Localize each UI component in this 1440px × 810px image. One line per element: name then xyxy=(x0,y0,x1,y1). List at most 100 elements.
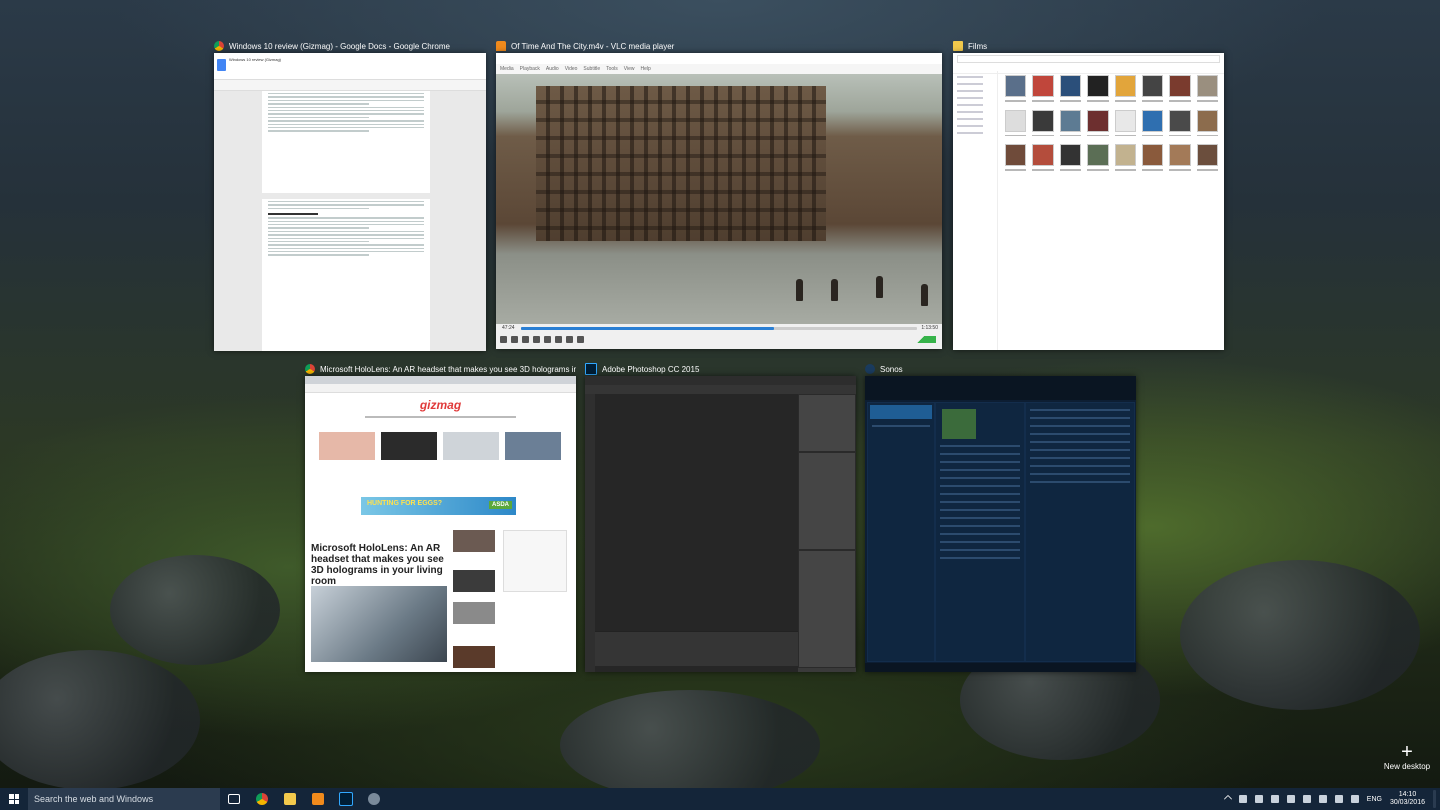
address-bar[interactable] xyxy=(305,384,576,393)
tray-app-icon[interactable] xyxy=(1254,795,1263,803)
chevron-up-icon[interactable] xyxy=(1223,794,1233,804)
vlc-window-thumb[interactable]: Of Time And The City.m4v - VLC media pla… xyxy=(496,41,942,349)
playlist-icon[interactable] xyxy=(555,336,562,343)
new-desktop-button[interactable]: + New desktop xyxy=(1382,742,1432,771)
start-button[interactable] xyxy=(0,788,28,810)
fullscreen-icon[interactable] xyxy=(544,336,551,343)
next-icon[interactable] xyxy=(533,336,540,343)
photoshop-window-thumb[interactable]: Adobe Photoshop CC 2015 xyxy=(585,363,856,672)
taskbar: Search the web and Windows ENG 14:10 30/… xyxy=(0,788,1440,810)
search-box[interactable]: Search the web and Windows xyxy=(28,788,220,810)
clock[interactable]: 14:10 30/03/2016 xyxy=(1390,791,1425,807)
gizmag-window-thumb[interactable]: Microsoft HoloLens: An AR headset that m… xyxy=(305,364,576,672)
film-tile[interactable] xyxy=(1005,109,1027,136)
film-tile[interactable] xyxy=(1169,144,1191,171)
film-tile[interactable] xyxy=(1087,109,1109,136)
loop-icon[interactable] xyxy=(566,336,573,343)
vlc-volume-slider[interactable] xyxy=(906,336,936,343)
plus-icon: + xyxy=(1401,741,1413,763)
film-tile[interactable] xyxy=(1005,75,1027,102)
vlc-menu-item[interactable]: Media xyxy=(500,66,514,72)
film-tile[interactable] xyxy=(1059,75,1082,102)
taskbar-vlc[interactable] xyxy=(304,788,332,810)
sonos-window-thumb[interactable]: Sonos xyxy=(865,364,1136,672)
vlc-video-frame xyxy=(496,74,942,324)
tray-app-icon[interactable] xyxy=(1238,795,1247,803)
stop-icon[interactable] xyxy=(522,336,529,343)
sonos-rooms-column xyxy=(867,402,935,662)
clock-date: 30/03/2016 xyxy=(1389,799,1425,806)
play-icon[interactable] xyxy=(500,336,507,343)
film-tile[interactable] xyxy=(1005,144,1027,171)
ps-panel xyxy=(798,550,856,668)
banner-ad[interactable]: HUNTING FOR EGGS? ASDA xyxy=(361,497,516,515)
explorer-window-title: Films xyxy=(953,39,1224,53)
doc-page xyxy=(262,199,430,351)
tray-app-icon[interactable] xyxy=(1270,795,1279,803)
film-tile[interactable] xyxy=(1032,109,1054,136)
file-explorer-icon xyxy=(284,793,296,805)
film-tile[interactable] xyxy=(1032,75,1054,102)
film-tile[interactable] xyxy=(1114,109,1136,136)
film-tile[interactable] xyxy=(1169,109,1191,136)
vlc-menu-item[interactable]: Subtitle xyxy=(583,66,600,72)
vlc-menu-item[interactable]: View xyxy=(624,66,635,72)
task-view-icon xyxy=(228,794,240,804)
film-tile[interactable] xyxy=(1087,144,1109,171)
ps-panel xyxy=(798,394,856,452)
film-tile[interactable] xyxy=(1059,144,1082,171)
docs-toolbar xyxy=(214,80,486,91)
photoshop-icon xyxy=(339,792,353,806)
film-tile[interactable] xyxy=(1169,75,1191,102)
film-tile[interactable] xyxy=(1141,75,1164,102)
tray-app-icon[interactable] xyxy=(1334,795,1343,803)
film-tile[interactable] xyxy=(1141,109,1164,136)
network-icon[interactable] xyxy=(1286,795,1295,803)
ps-panel xyxy=(798,452,856,550)
show-desktop-button[interactable] xyxy=(1433,790,1436,808)
previous-icon[interactable] xyxy=(511,336,518,343)
film-tile[interactable] xyxy=(1087,75,1109,102)
docs-logo-icon xyxy=(217,59,226,71)
taskbar-file-explorer[interactable] xyxy=(276,788,304,810)
film-tile[interactable] xyxy=(1059,109,1082,136)
background-rock xyxy=(560,690,820,800)
explorer-nav-pane xyxy=(953,71,998,350)
film-tile[interactable] xyxy=(1032,144,1054,171)
explorer-window-thumb[interactable]: Films xyxy=(953,41,1224,350)
taskbar-sonos[interactable] xyxy=(360,788,388,810)
side-ad[interactable] xyxy=(503,530,567,592)
article-hero-image xyxy=(311,586,447,662)
film-tile[interactable] xyxy=(1196,109,1218,136)
vlc-menu-item[interactable]: Playback xyxy=(520,66,540,72)
vlc-menu-item[interactable]: Tools xyxy=(606,66,618,72)
shuffle-icon[interactable] xyxy=(577,336,584,343)
task-view-button[interactable] xyxy=(220,788,248,810)
language-indicator[interactable]: ENG xyxy=(1367,796,1382,803)
vlc-window: Media Playback Audio Video Subtitle Tool… xyxy=(496,53,942,349)
film-tile[interactable] xyxy=(1114,144,1136,171)
photoshop-window xyxy=(585,376,856,672)
volume-icon[interactable] xyxy=(1302,795,1311,803)
vlc-total-time: 1:13:50 xyxy=(921,325,938,331)
taskbar-chrome[interactable] xyxy=(248,788,276,810)
vlc-menu-item[interactable]: Audio xyxy=(546,66,559,72)
sonos-queue-column xyxy=(935,402,1025,662)
film-tile[interactable] xyxy=(1114,75,1136,102)
vlc-menu-item[interactable]: Video xyxy=(565,66,578,72)
film-tile[interactable] xyxy=(1196,144,1218,171)
folder-icon xyxy=(953,41,963,51)
chrome-icon xyxy=(214,41,224,51)
sonos-window-title: Sonos xyxy=(865,362,1136,376)
keyboard-icon[interactable] xyxy=(1350,795,1359,803)
taskbar-photoshop[interactable] xyxy=(332,788,360,810)
background-rock xyxy=(1180,560,1420,710)
docs-window-thumb[interactable]: Windows 10 review (Gizmag) - Google Docs… xyxy=(214,41,486,351)
action-center-icon[interactable] xyxy=(1318,795,1327,803)
vlc-seek-bar[interactable]: 47:24 1:13:50 xyxy=(496,324,942,333)
film-tile[interactable] xyxy=(1141,144,1164,171)
vlc-menu-item[interactable]: Help xyxy=(641,66,651,72)
film-tile[interactable] xyxy=(1196,75,1218,102)
chrome-icon xyxy=(305,364,315,374)
article-headline[interactable]: Microsoft HoloLens: An AR headset that m… xyxy=(311,543,451,587)
